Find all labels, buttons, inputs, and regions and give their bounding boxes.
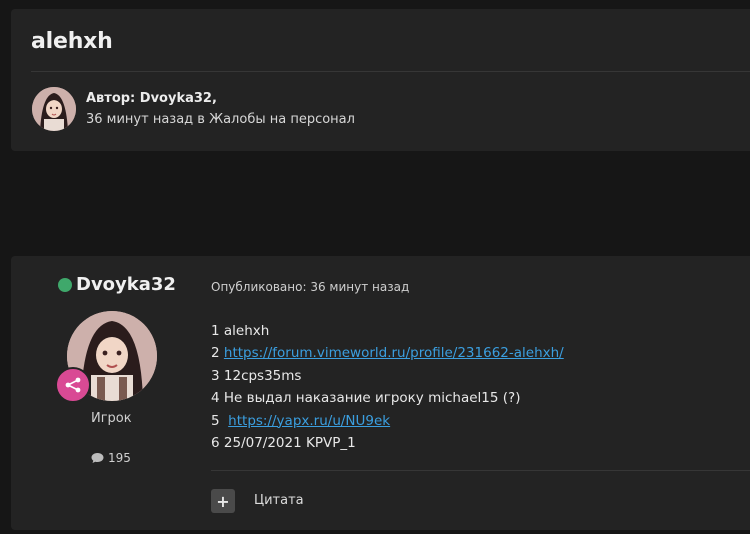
profile-link[interactable]: https://forum.vimeworld.ru/profile/23166… — [224, 345, 564, 361]
author-line[interactable]: Автор: Dvoyka32, — [86, 91, 217, 106]
user-rank: Игрок — [91, 411, 132, 426]
header-divider — [31, 71, 750, 72]
content-line-4: 4 Не выдал наказание игроку michael15 (?… — [211, 390, 521, 407]
post-content: 1 alehxh 2 https://forum.vimeworld.ru/pr… — [211, 320, 564, 454]
author-avatar[interactable] — [32, 87, 76, 131]
post-count-value: 195 — [108, 451, 131, 465]
content-line-2: 2 https://forum.vimeworld.ru/profile/231… — [211, 345, 564, 362]
multiquote-button[interactable]: + — [211, 489, 235, 513]
topic-header: alehxh Автор: Dvoyka32, 36 минут назад в… — [11, 9, 750, 151]
post-author-name[interactable]: Dvoyka32 — [76, 274, 176, 295]
share-network-icon — [65, 377, 81, 393]
content-line-6: 6 25/07/2021 KPVP_1 — [211, 435, 356, 452]
topic-meta: 36 минут назад в Жалобы на персонал — [86, 112, 355, 127]
post-count[interactable]: 195 — [91, 451, 131, 465]
evidence-link[interactable]: https://yapx.ru/u/NU9ek — [228, 413, 390, 429]
post-divider — [211, 470, 750, 471]
content-line-3: 3 12cps35ms — [211, 367, 302, 384]
content-line-1: 1 alehxh — [211, 323, 270, 339]
post: Dvoyka32 Игрок 195 Опубликовано: 36 мину… — [11, 256, 750, 530]
online-status-icon — [58, 278, 72, 292]
content-line-5: 5 https://yapx.ru/u/NU9ek — [211, 412, 391, 429]
role-badge — [55, 367, 91, 403]
page-title: alehxh — [31, 29, 113, 54]
quote-button[interactable]: Цитата — [254, 493, 304, 508]
posted-time: Опубликовано: 36 минут назад — [211, 280, 410, 294]
comment-bubble-icon — [91, 453, 104, 463]
plus-icon: + — [216, 491, 230, 511]
